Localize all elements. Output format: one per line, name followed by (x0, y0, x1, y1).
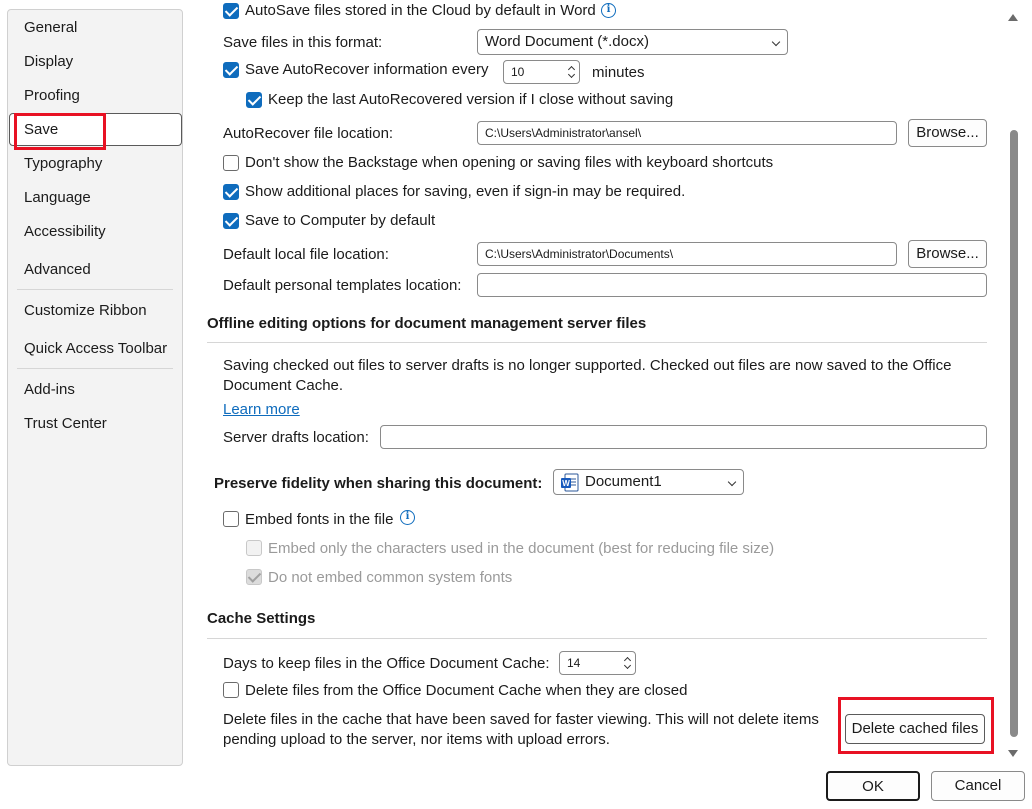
no-common-fonts-label: Do not embed common system fonts (268, 569, 513, 586)
backstage-label: Don't show the Backstage when opening or… (245, 154, 774, 171)
autorecover-checkbox[interactable] (223, 62, 239, 78)
scrollbar-thumb[interactable] (1010, 130, 1018, 737)
cache-days-stepper[interactable]: 14 (559, 651, 636, 675)
svg-text:W: W (562, 479, 570, 488)
section-divider (207, 638, 987, 639)
nav-item-typography[interactable]: Typography (24, 155, 102, 172)
offline-desc-line2: Document Cache. (223, 377, 344, 394)
highlight-save-nav (14, 113, 106, 150)
cache-days-value: 14 (567, 656, 581, 670)
save-format-label: Save files in this format: (223, 34, 383, 51)
server-drafts-label: Server drafts location: (223, 429, 369, 446)
default-local-label: Default local file location: (223, 246, 389, 263)
autorecover-browse-button[interactable]: Browse... (908, 119, 987, 147)
chevron-down-icon (727, 477, 737, 487)
autorecover-location-label: AutoRecover file location: (223, 125, 394, 142)
additional-places-checkbox[interactable] (223, 184, 239, 200)
default-local-browse-button[interactable]: Browse... (908, 240, 987, 268)
additional-places-label: Show additional places for saving, even … (245, 183, 686, 200)
save-computer-label: Save to Computer by default (245, 212, 436, 229)
section-divider (207, 342, 987, 343)
chevron-down-icon (771, 37, 781, 47)
server-drafts-input[interactable] (380, 425, 987, 449)
nav-item-customize-ribbon[interactable]: Customize Ribbon (24, 302, 147, 319)
info-icon[interactable]: i (601, 3, 616, 18)
delete-desc-line2: pending upload to the server, nor items … (223, 731, 610, 748)
templates-input[interactable] (477, 273, 987, 297)
autorecover-location-input[interactable]: C:\Users\Administrator\ansel\ (477, 121, 897, 145)
info-icon[interactable]: i (400, 510, 415, 525)
backstage-checkbox[interactable] (223, 155, 239, 171)
spin-down-icon[interactable] (567, 70, 576, 79)
nav-item-general[interactable]: General (24, 19, 77, 36)
default-local-input[interactable]: C:\Users\Administrator\Documents\ (477, 242, 897, 266)
no-common-fonts-checkbox (246, 569, 262, 585)
word-document-icon: W (561, 473, 579, 492)
nav-item-quick-access-toolbar[interactable]: Quick Access Toolbar (24, 340, 167, 357)
nav-divider (17, 289, 173, 290)
keep-last-label: Keep the last AutoRecovered version if I… (268, 91, 674, 108)
nav-item-advanced[interactable]: Advanced (24, 261, 91, 278)
nav-item-add-ins[interactable]: Add-ins (24, 381, 75, 398)
autorecover-label: Save AutoRecover information every (245, 61, 489, 78)
keep-last-checkbox[interactable] (246, 92, 262, 108)
embed-fonts-label: Embed fonts in the file (245, 511, 394, 528)
save-format-select[interactable]: Word Document (*.docx) (477, 29, 788, 55)
delete-desc-line1: Delete files in the cache that have been… (223, 711, 819, 728)
save-computer-checkbox[interactable] (223, 213, 239, 229)
autosave-checkbox[interactable] (223, 3, 239, 19)
templates-label: Default personal templates location: (223, 277, 462, 294)
minutes-label: minutes (592, 64, 645, 81)
offline-section-header: Offline editing options for document man… (207, 315, 647, 332)
embed-chars-checkbox (246, 540, 262, 556)
offline-desc-line1: Saving checked out files to server draft… (223, 357, 952, 374)
autosave-label: AutoSave files stored in the Cloud by de… (245, 2, 596, 19)
fidelity-document-value: Document1 (585, 473, 662, 490)
save-format-value: Word Document (*.docx) (485, 33, 649, 50)
spin-down-icon[interactable] (623, 661, 632, 670)
delete-closed-checkbox[interactable] (223, 682, 239, 698)
scroll-up-icon[interactable] (1008, 14, 1018, 21)
autorecover-minutes-stepper[interactable]: 10 (503, 60, 580, 84)
nav-item-display[interactable]: Display (24, 53, 73, 70)
embed-fonts-checkbox[interactable] (223, 511, 239, 527)
ok-button[interactable]: OK (826, 771, 920, 801)
fidelity-section-header: Preserve fidelity when sharing this docu… (214, 475, 543, 492)
nav-item-accessibility[interactable]: Accessibility (24, 223, 106, 240)
embed-chars-label: Embed only the characters used in the do… (268, 540, 775, 557)
nav-item-proofing[interactable]: Proofing (24, 87, 80, 104)
cache-days-label: Days to keep files in the Office Documen… (223, 655, 550, 672)
cancel-button[interactable]: Cancel (931, 771, 1025, 801)
nav-item-trust-center[interactable]: Trust Center (24, 415, 107, 432)
delete-closed-label: Delete files from the Office Document Ca… (245, 682, 688, 699)
scroll-down-icon[interactable] (1008, 750, 1018, 757)
fidelity-document-select[interactable]: Document1 (553, 469, 744, 495)
highlight-delete-button (838, 697, 994, 754)
nav-item-language[interactable]: Language (24, 189, 91, 206)
cache-section-header: Cache Settings (207, 610, 316, 627)
autorecover-minutes-value: 10 (511, 65, 525, 79)
nav-divider (17, 368, 173, 369)
learn-more-link[interactable]: Learn more (223, 401, 300, 418)
